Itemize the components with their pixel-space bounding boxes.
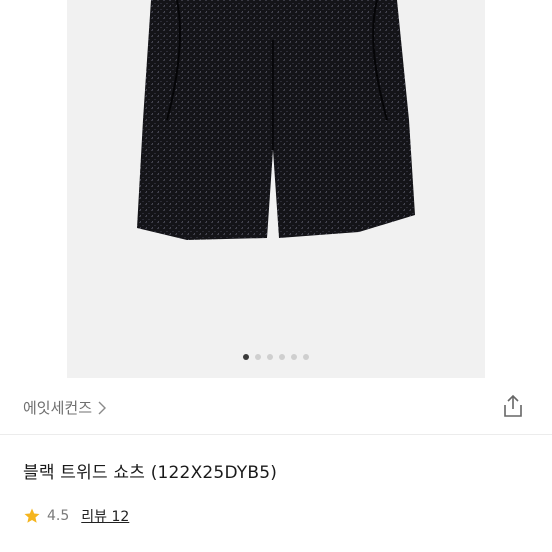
gallery-dot[interactable] xyxy=(303,354,309,360)
gallery-pagination[interactable] xyxy=(67,354,485,362)
chevron-right-icon xyxy=(98,401,107,414)
gallery-dot[interactable] xyxy=(291,354,297,360)
reviews-link[interactable]: 리뷰 12 xyxy=(81,506,129,526)
gallery-dot-active[interactable] xyxy=(243,354,249,360)
gallery-dot[interactable] xyxy=(255,354,261,360)
divider xyxy=(0,434,552,435)
product-photo xyxy=(137,0,415,240)
star-icon xyxy=(24,508,40,523)
product-image-gallery[interactable] xyxy=(67,0,485,378)
rating-row: 4.5 리뷰 12 xyxy=(23,505,129,527)
brand-row: 에잇세컨즈 xyxy=(0,380,552,434)
rating-score: 4.5 xyxy=(47,508,70,524)
brand-link[interactable]: 에잇세컨즈 xyxy=(23,397,107,418)
brand-name: 에잇세컨즈 xyxy=(23,399,93,417)
gallery-dot[interactable] xyxy=(267,354,273,360)
product-title: 블랙 트위드 쇼츠 (122X25DYB5) xyxy=(23,463,278,483)
gallery-dot[interactable] xyxy=(279,354,285,360)
share-icon[interactable] xyxy=(502,394,524,418)
